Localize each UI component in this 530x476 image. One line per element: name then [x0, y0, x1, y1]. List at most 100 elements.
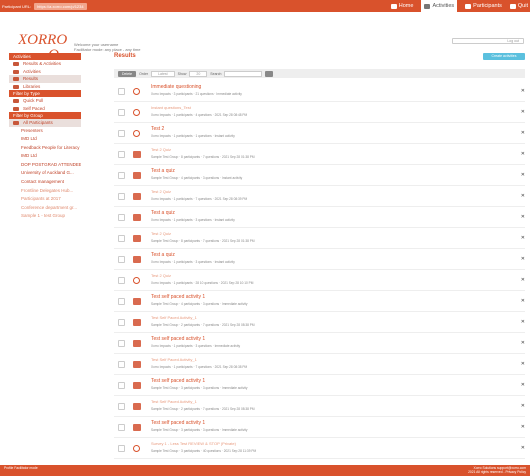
row-checkbox[interactable]	[118, 319, 125, 326]
row-checkbox[interactable]	[118, 130, 125, 137]
self-paced-icon	[133, 403, 141, 410]
activity-name[interactable]: Test a quiz	[151, 210, 175, 216]
close-icon[interactable]: ✕	[521, 235, 525, 241]
row-checkbox[interactable]	[118, 109, 125, 116]
activity-name[interactable]: Test a quiz	[151, 168, 175, 174]
row-checkbox[interactable]	[118, 424, 125, 431]
nav-activities[interactable]: Activities	[421, 0, 458, 12]
logout-button[interactable]: Log out	[452, 38, 524, 44]
close-icon[interactable]: ✕	[521, 319, 525, 325]
activity-name[interactable]: Test self paced activity 1	[151, 294, 205, 300]
row-checkbox[interactable]	[118, 193, 125, 200]
sidebar-item-group[interactable]: Frontline Delegates Hub...	[9, 187, 81, 196]
close-icon[interactable]: ✕	[521, 109, 525, 115]
close-icon[interactable]: ✕	[521, 445, 525, 451]
activity-meta: Xorro Impacts · 1 participants · 3 quest…	[151, 260, 235, 264]
row-checkbox[interactable]	[118, 172, 125, 179]
users-icon	[509, 3, 516, 9]
activity-name[interactable]: Test 2	[151, 126, 164, 132]
activity-name[interactable]: Survey 1 - Less Test REVIEW & STOP (Priv…	[151, 441, 236, 446]
sidebar-item-group[interactable]: IMD Ltd	[9, 135, 81, 144]
activity-name[interactable]: Instant questions_Test	[151, 105, 191, 110]
row-checkbox[interactable]	[118, 382, 125, 389]
search-input[interactable]	[224, 70, 263, 77]
activity-name[interactable]: Test 2 Quiz	[151, 231, 171, 236]
activity-name[interactable]: Immediate questioning	[151, 84, 201, 90]
order-select[interactable]: Latest	[151, 70, 175, 77]
sidebar-item-group[interactable]: IMD Ltd	[9, 152, 81, 161]
row-checkbox[interactable]	[118, 340, 125, 347]
footer: Profile Facilitator mode Xorro Solutions…	[0, 465, 530, 476]
row-checkbox[interactable]	[118, 445, 125, 452]
create-activity-button[interactable]: Create activities	[483, 53, 525, 60]
close-icon[interactable]: ✕	[521, 361, 525, 367]
show-select[interactable]: 20	[189, 70, 208, 77]
sidebar-item-type[interactable]: Self Paced	[9, 105, 81, 113]
activity-name[interactable]: Test self paced activity 1	[151, 420, 205, 426]
row-divider	[114, 395, 525, 396]
row-checkbox[interactable]	[118, 151, 125, 158]
sidebar-item-group[interactable]: Presenters	[9, 127, 81, 136]
sidebar-item-group[interactable]: Conference department gr...	[9, 204, 81, 213]
close-icon[interactable]: ✕	[521, 340, 525, 346]
sidebar-item-group[interactable]: Contact management	[9, 178, 81, 187]
logo-text: XORRO	[18, 32, 67, 48]
activity-name[interactable]: Test 2 Quiz	[151, 189, 171, 194]
close-icon[interactable]: ✕	[521, 298, 525, 304]
activity-name[interactable]: Test Self Paced Activity_1	[151, 315, 197, 320]
sidebar-item-group[interactable]: Participants at 2017	[9, 195, 81, 204]
sidebar-item-activity[interactable]: Activities	[9, 68, 81, 76]
row-checkbox[interactable]	[118, 235, 125, 242]
nav-home[interactable]: Home	[390, 3, 413, 9]
close-icon[interactable]: ✕	[521, 277, 525, 283]
group-all-participants[interactable]: All Participants	[9, 119, 81, 127]
main-nav: Home Activities Participants Quit	[390, 0, 528, 12]
sidebar-item-group[interactable]: Feedback People for Literacy	[9, 144, 81, 153]
row-checkbox[interactable]	[118, 361, 125, 368]
sidebar-item-group[interactable]: DOP POSTGRAD ATTENDEES	[9, 161, 81, 170]
close-icon[interactable]: ✕	[521, 214, 525, 220]
sidebar-item-group[interactable]: Sample 1 - test Group	[9, 212, 81, 221]
close-icon[interactable]: ✕	[521, 424, 525, 430]
row-checkbox[interactable]	[118, 88, 125, 95]
activity-name[interactable]: Test 2 Quiz	[151, 147, 171, 152]
activity-name[interactable]: Test Self Paced Activity_1	[151, 399, 197, 404]
sidebar-item-activity[interactable]: Results	[9, 75, 81, 83]
nav-participants[interactable]: Participants	[465, 3, 502, 9]
close-icon[interactable]: ✕	[521, 256, 525, 262]
close-icon[interactable]: ✕	[521, 88, 525, 94]
sidebar-item-type[interactable]: Quick Poll	[9, 97, 81, 105]
sidebar-item-activity[interactable]: Libraries	[9, 83, 81, 91]
participant-url: Participant URL: https://a.xorro.com/p/1…	[2, 2, 87, 10]
row-checkbox[interactable]	[118, 403, 125, 410]
search-go-button[interactable]	[265, 70, 274, 77]
activity-name[interactable]: Test Self Paced Activity_1	[151, 357, 197, 362]
activity-name[interactable]: Test self paced activity 1	[151, 378, 205, 384]
row-checkbox[interactable]	[118, 277, 125, 284]
activity-meta: Xorro Impacts · 1 participants · 3 quest…	[151, 344, 241, 348]
row-divider	[114, 458, 525, 459]
close-icon[interactable]: ✕	[521, 151, 525, 157]
row-checkbox[interactable]	[118, 214, 125, 221]
close-icon[interactable]: ✕	[521, 403, 525, 409]
sidebar-item-activity[interactable]: Results & Activities	[9, 60, 81, 68]
self-paced-icon	[133, 151, 141, 158]
row-checkbox[interactable]	[118, 256, 125, 263]
row-divider	[114, 122, 525, 123]
nav-quit[interactable]: Quit	[509, 3, 528, 9]
close-icon[interactable]: ✕	[521, 382, 525, 388]
activity-name[interactable]: Test 2 Quiz	[151, 273, 171, 278]
participant-url-value[interactable]: https://a.xorro.com/p/1234	[34, 2, 87, 10]
activity-name[interactable]: Test a quiz	[151, 252, 175, 258]
activity-meta: Sample Test Group · 4 participants · 3 q…	[151, 176, 243, 180]
sidebar-item-group[interactable]: University of Auckland G...	[9, 169, 81, 178]
delete-button[interactable]: Delete	[118, 70, 137, 77]
close-icon[interactable]: ✕	[521, 130, 525, 136]
activity-name[interactable]: Test self paced activity 1	[151, 336, 205, 342]
self-paced-icon	[133, 382, 141, 389]
close-icon[interactable]: ✕	[521, 193, 525, 199]
close-icon[interactable]: ✕	[521, 172, 525, 178]
results-toolbar-top: Delete Order Latest Show 20 Search	[114, 69, 525, 78]
activity-meta: Xorro Impacts · 1 participants · 3 quest…	[151, 218, 235, 222]
row-checkbox[interactable]	[118, 298, 125, 305]
